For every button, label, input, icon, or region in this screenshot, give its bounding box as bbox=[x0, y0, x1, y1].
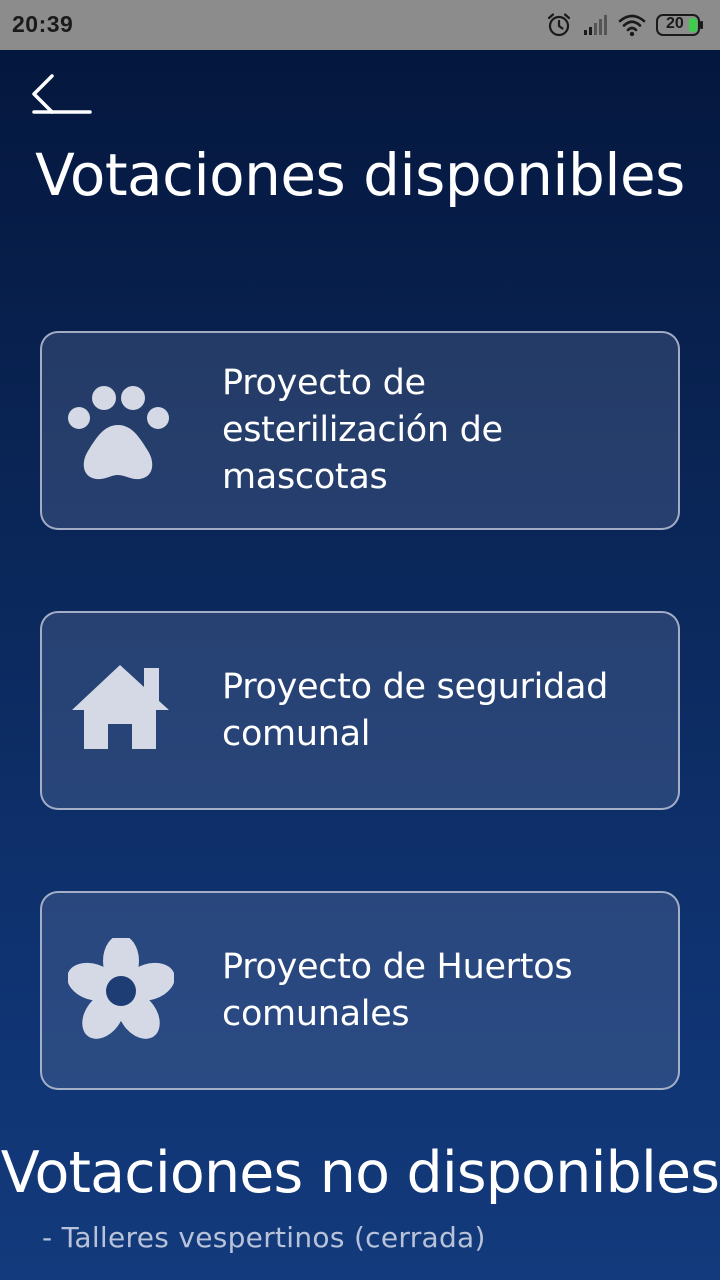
wifi-icon bbox=[618, 14, 646, 37]
unavailable-item: - Talleres vespertinos (cerrada) bbox=[42, 1221, 486, 1254]
unavailable-title: Votaciones no disponibles bbox=[0, 1140, 720, 1206]
vote-card-seguridad[interactable]: Proyecto de seguridad comunal bbox=[40, 611, 680, 810]
alarm-icon bbox=[547, 13, 571, 37]
main-screen: Votaciones disponibles Proyecto de ester… bbox=[0, 50, 720, 1280]
unavailable-list: - Talleres vespertinos (cerrada) bbox=[42, 1218, 702, 1258]
paw-icon bbox=[68, 386, 169, 480]
flower-icon bbox=[68, 938, 174, 1039]
vote-card-label: Proyecto de seguridad comunal bbox=[222, 666, 609, 754]
vote-card-huertos[interactable]: Proyecto de Huertos comunales bbox=[40, 891, 680, 1090]
status-bar: 20:39 20 bbox=[0, 0, 720, 50]
battery-level: 20 bbox=[666, 15, 684, 32]
signal-icon bbox=[584, 15, 607, 35]
vote-card-label: Proyecto de Huertos comunales bbox=[222, 946, 573, 1034]
house-icon bbox=[72, 665, 169, 749]
vote-card-label: Proyecto de esterilización de mascotas bbox=[222, 363, 503, 497]
page-title: Votaciones disponibles bbox=[35, 141, 685, 209]
back-button[interactable] bbox=[26, 68, 98, 124]
vote-card-mascotas[interactable]: Proyecto de esterilización de mascotas bbox=[40, 331, 680, 530]
arrow-left-icon bbox=[32, 74, 92, 114]
battery-icon: 20 bbox=[656, 14, 703, 36]
status-time: 20:39 bbox=[12, 11, 74, 37]
